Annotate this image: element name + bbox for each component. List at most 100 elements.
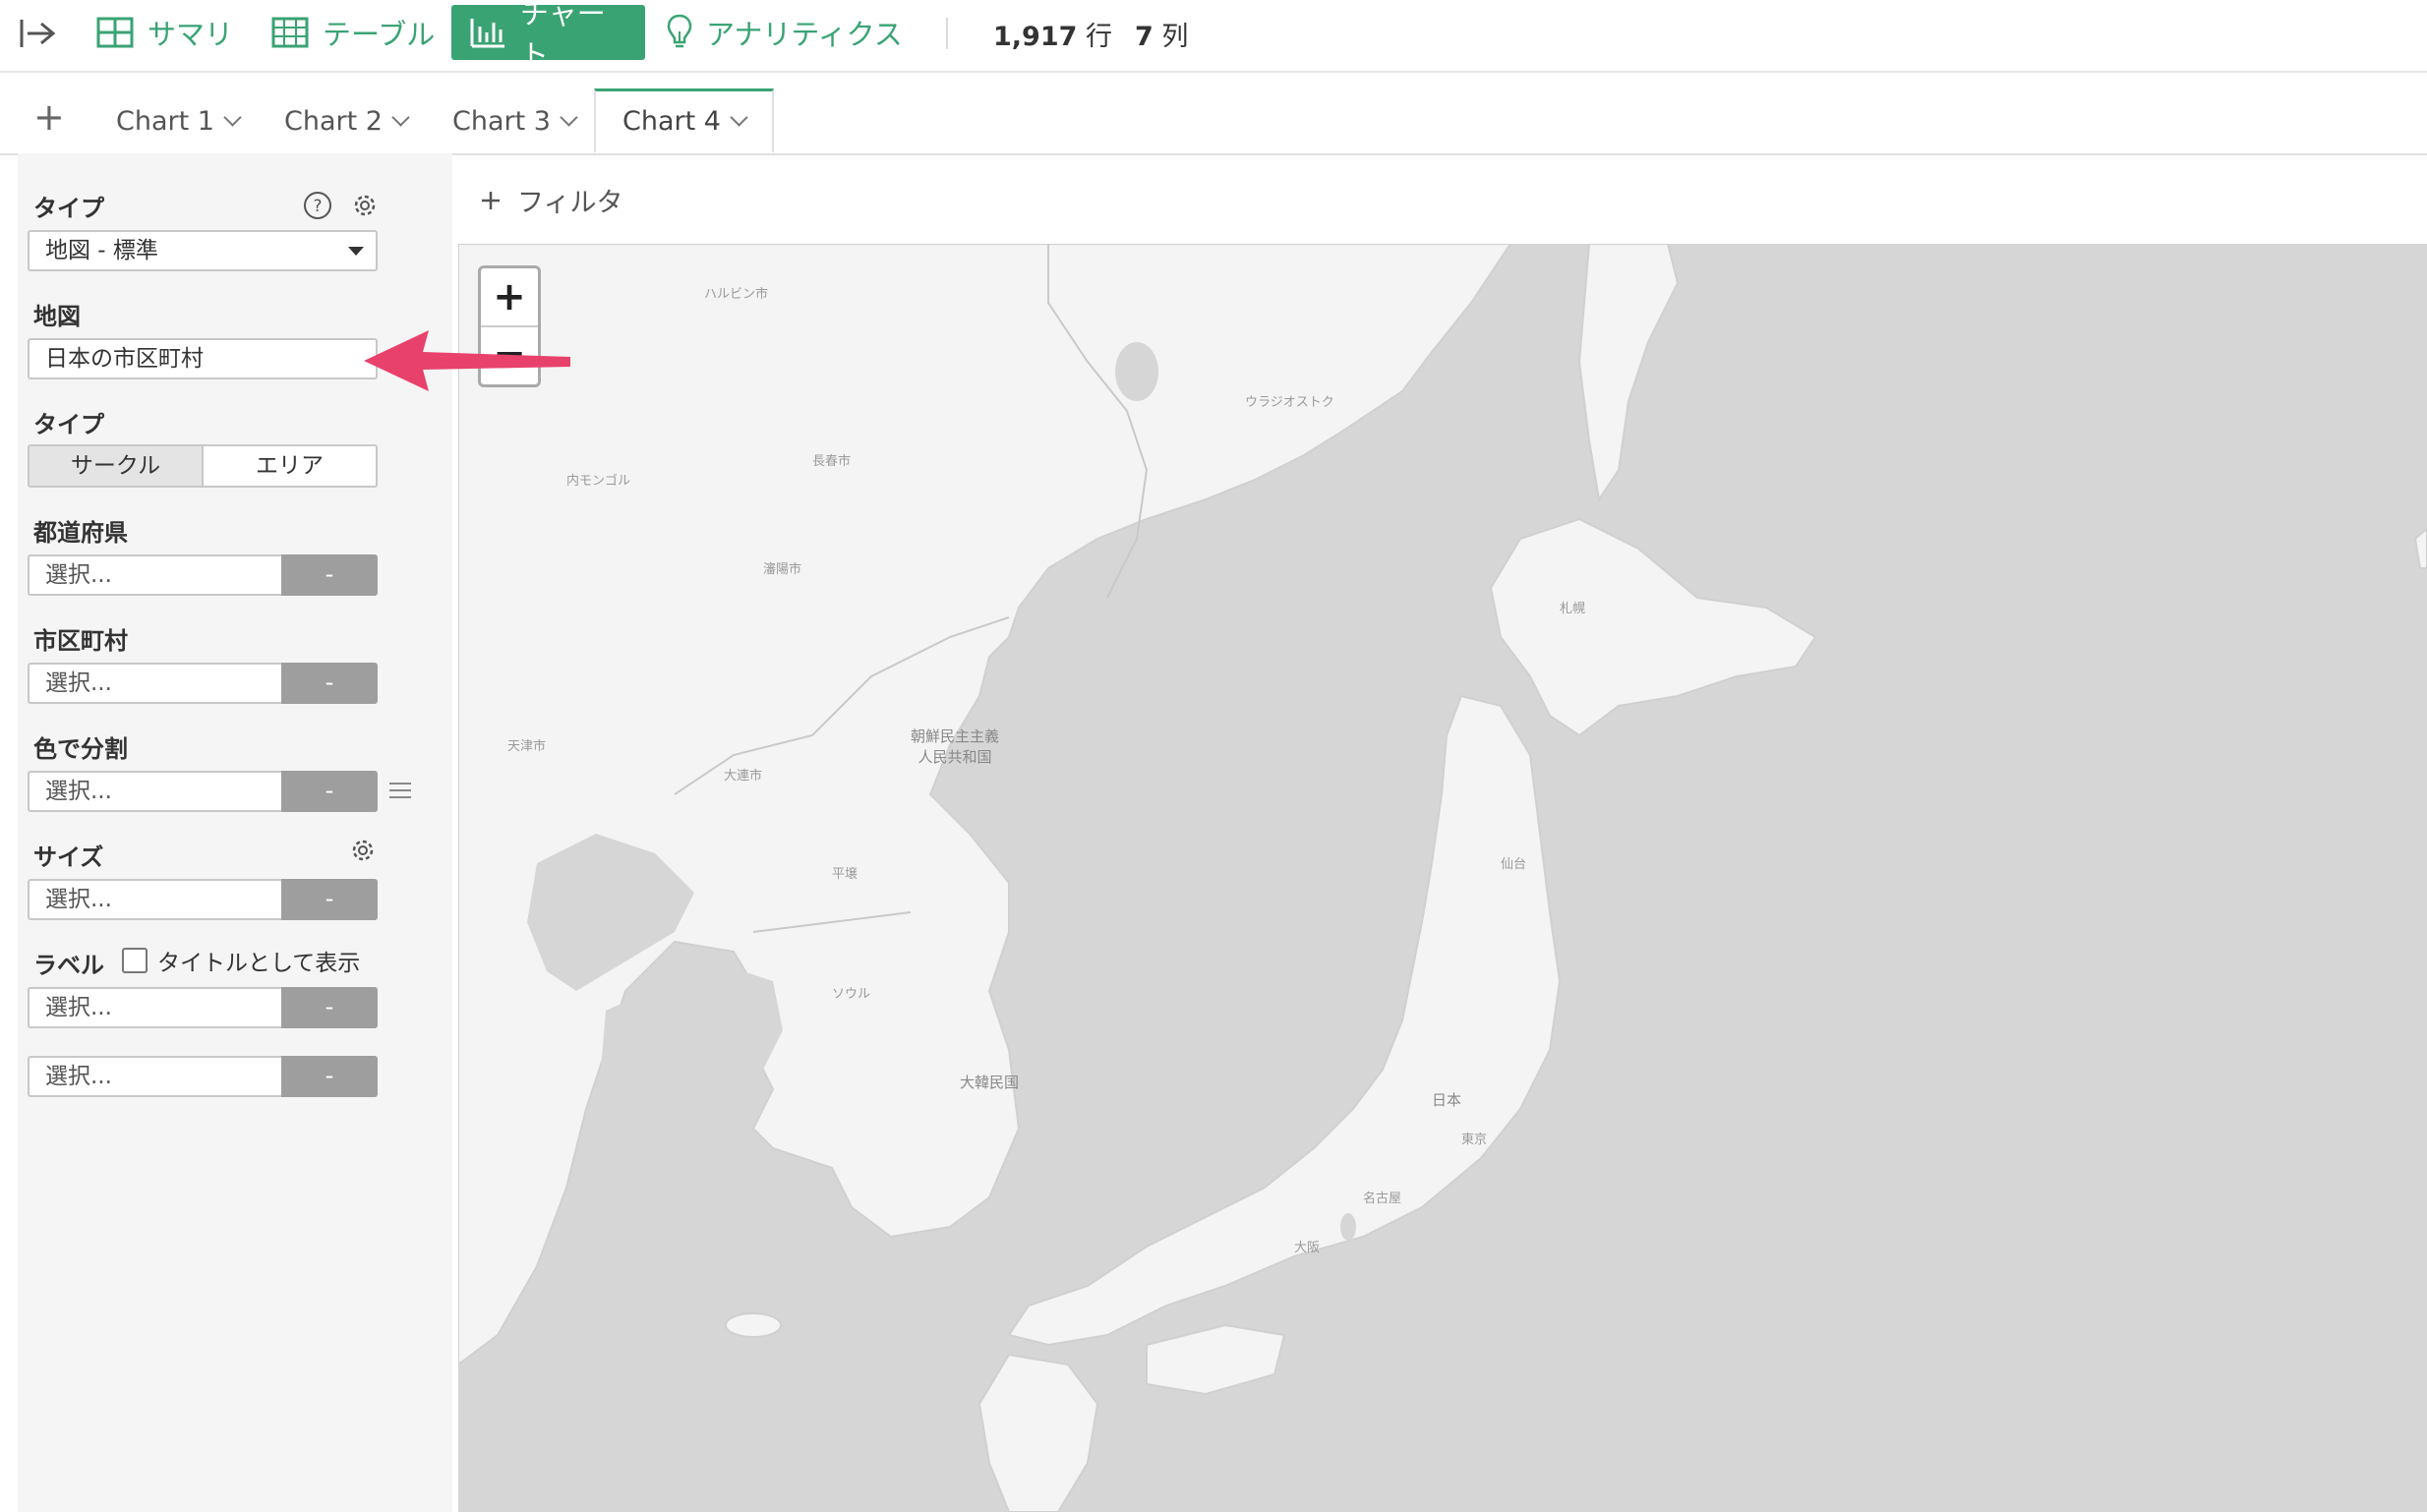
map-label-sendai: 仙台: [1501, 857, 1527, 872]
tab-chart-4[interactable]: Chart 4: [594, 88, 774, 153]
subtype-toggle: サークル エリア: [28, 444, 378, 488]
biwa-lake: [1340, 1213, 1356, 1241]
map-label-tokyo: 東京: [1461, 1133, 1488, 1147]
rows-count-value: 1,917: [993, 22, 1078, 52]
caret-down-icon: [348, 247, 364, 256]
help-icon[interactable]: ?: [303, 191, 332, 220]
tab-chart-1[interactable]: Chart 1: [116, 106, 242, 137]
chart-tabs: + Chart 1 Chart 2 Chart 3 Chart 4: [0, 88, 2427, 155]
city-remove-button[interactable]: -: [281, 663, 378, 704]
map-label-nagoya: 名古屋: [1363, 1192, 1402, 1206]
tab-chart-3[interactable]: Chart 3: [452, 106, 578, 137]
jeju-island: [725, 1312, 782, 1338]
map-select[interactable]: 日本の市区町村: [28, 338, 378, 379]
label-select-2[interactable]: 選択...: [28, 1056, 281, 1097]
chart-type-value: 地図 - 標準: [45, 238, 158, 263]
map-label-korea: 大韓民国: [960, 1074, 1020, 1091]
tab-label: Chart 3: [452, 106, 551, 137]
cols-count-unit: 列: [1161, 22, 1189, 52]
map-label-changchun: 長春市: [812, 454, 852, 469]
map-label-inner-mongolia: 内モンゴル: [566, 474, 631, 489]
size-remove-button[interactable]: -: [281, 879, 378, 920]
label-select[interactable]: 選択...: [28, 987, 281, 1028]
map-label-sapporo: 札幌: [1560, 602, 1586, 616]
map-label-shenyang: 瀋陽市: [763, 562, 802, 577]
prefecture-label: 都道府県: [33, 519, 128, 547]
label-field: 選択... -: [28, 987, 378, 1028]
collapse-sidebar-icon[interactable]: [18, 16, 57, 51]
subtype-area-option[interactable]: エリア: [204, 446, 376, 486]
toolbar-divider: [946, 18, 948, 49]
city-select[interactable]: 選択...: [28, 663, 281, 704]
chevron-down-icon: [391, 108, 410, 127]
map-label-vladivostok: ウラジオストク: [1245, 395, 1334, 410]
analytics-label: アナリティクス: [706, 18, 903, 51]
map-canvas: [458, 244, 2427, 1512]
rows-count: 1,917 行: [993, 15, 1112, 53]
table-icon: [271, 17, 309, 48]
svg-text:?: ?: [313, 197, 322, 216]
top-toolbar: サマリ テーブル チャート アナリティクス 1,917 行 7 列: [0, 0, 2427, 73]
summary-grid-icon: [96, 17, 134, 48]
chart-type-select[interactable]: 地図 - 標準: [28, 230, 378, 271]
size-gear-icon[interactable]: [348, 836, 378, 865]
cols-count-value: 7: [1135, 22, 1154, 52]
gear-icon[interactable]: [350, 191, 380, 220]
rows-count-unit: 行: [1086, 22, 1112, 52]
prefecture-remove-button[interactable]: -: [281, 554, 378, 596]
subtype-circle-option[interactable]: サークル: [30, 446, 204, 486]
add-filter-label: フィルタ: [517, 188, 623, 218]
map-label-tianjin: 天津市: [507, 739, 547, 754]
color-split-select[interactable]: 選択...: [28, 771, 281, 812]
size-field: 選択... -: [28, 879, 378, 920]
zoom-in-button[interactable]: +: [481, 268, 538, 327]
map-label-harbin: ハルビン市: [704, 287, 769, 302]
add-filter-button[interactable]: フィルタ: [480, 181, 622, 219]
label-remove-button-2[interactable]: -: [281, 1056, 378, 1097]
prefecture-select[interactable]: 選択...: [28, 554, 281, 596]
label-remove-button[interactable]: -: [281, 987, 378, 1028]
prefecture-field: 選択... -: [28, 554, 378, 596]
tab-chart-2[interactable]: Chart 2: [284, 106, 410, 137]
cols-count: 7 列: [1135, 15, 1188, 53]
city-field: 選択... -: [28, 663, 378, 704]
subtype-label: タイプ: [33, 411, 104, 438]
add-chart-button[interactable]: +: [33, 98, 65, 136]
table-label: テーブル: [323, 18, 436, 51]
color-split-field: 選択... -: [28, 771, 378, 812]
label-field-2: 選択... -: [28, 1056, 378, 1097]
chart-button[interactable]: チャート: [451, 0, 645, 72]
color-split-remove-button[interactable]: -: [281, 771, 378, 812]
size-label: サイズ: [33, 843, 104, 871]
map-label-dprk: 朝鮮民主主義人民共和国: [911, 727, 1000, 766]
show-as-title-checkbox[interactable]: [122, 948, 148, 973]
khanka-lake: [1115, 342, 1158, 401]
chevron-down-icon: [560, 108, 578, 127]
plus-icon: [482, 191, 500, 209]
type-label: タイプ: [33, 195, 104, 222]
analytics-button[interactable]: アナリティクス: [649, 5, 920, 60]
map-label-japan: 日本: [1432, 1091, 1462, 1109]
show-as-title-option[interactable]: タイトルとして表示: [122, 944, 360, 977]
tab-label: Chart 1: [116, 106, 214, 137]
table-button[interactable]: テーブル: [254, 5, 452, 60]
tab-label: Chart 4: [622, 106, 721, 137]
map-label-dalian: 大連市: [724, 769, 763, 784]
label-label: ラベル: [33, 952, 104, 979]
show-as-title-label: タイトルとして表示: [157, 951, 361, 976]
color-split-label: 色で分割: [33, 735, 128, 763]
chevron-down-icon: [223, 108, 242, 127]
summary-button[interactable]: サマリ: [79, 5, 251, 60]
tab-label: Chart 2: [284, 106, 383, 137]
annotation-arrow: [364, 330, 570, 391]
map-value: 日本の市区町村: [45, 346, 204, 372]
hamburger-menu-icon[interactable]: [389, 783, 411, 803]
summary-label: サマリ: [148, 18, 234, 51]
map-view[interactable]: ハルビン市 長春市 瀋陽市 天津市 内モンゴル 大連市 朝鮮民主主義人民共和国 …: [458, 244, 2427, 1512]
map-label-osaka: 大阪: [1294, 1241, 1321, 1255]
lightbulb-icon: [667, 14, 692, 48]
size-select[interactable]: 選択...: [28, 879, 281, 920]
city-label: 市区町村: [33, 627, 128, 655]
map-label-seoul: ソウル: [832, 987, 871, 1002]
map-label: 地図: [33, 303, 81, 330]
